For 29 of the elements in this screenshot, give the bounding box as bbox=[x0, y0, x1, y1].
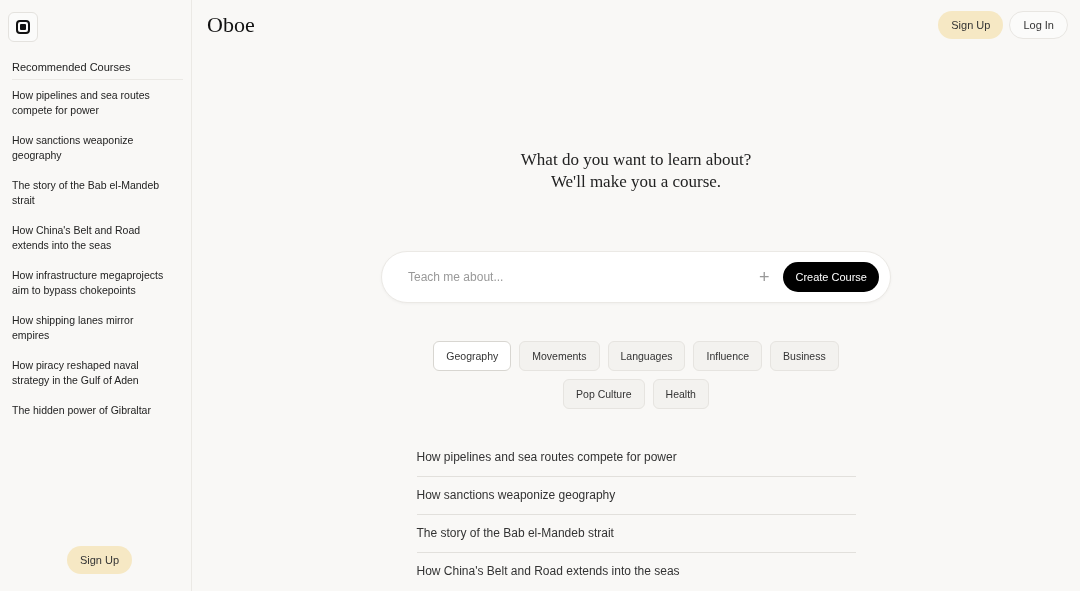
course-link[interactable]: How pipelines and sea routes compete for power bbox=[12, 88, 169, 118]
course-link[interactable]: The story of the Bab el-Mandeb strait bbox=[416, 515, 856, 553]
log-in-button[interactable]: Log In bbox=[1009, 11, 1068, 39]
headline: What do you want to learn about? We'll make you a course. bbox=[520, 149, 752, 193]
course-link[interactable]: How sanctions weaponize geography bbox=[12, 133, 169, 163]
sidebar-icon bbox=[16, 20, 30, 34]
course-link[interactable]: How infrastructure megaprojects aim to bypass chokepoints bbox=[12, 268, 169, 298]
sign-up-button[interactable]: Sign Up bbox=[66, 546, 133, 574]
course-link[interactable]: How piracy reshaped naval strategy in the Gulf of Aden bbox=[12, 358, 169, 388]
course-link[interactable]: How shipping lanes mirror empires bbox=[12, 313, 169, 343]
sign-up-button[interactable]: Sign Up bbox=[938, 11, 1004, 39]
category-chip[interactable]: Business bbox=[770, 341, 839, 371]
category-chip[interactable]: Health bbox=[652, 379, 709, 409]
course-link[interactable]: How China's Belt and Road extends into the seas bbox=[416, 553, 856, 590]
category-chip[interactable]: Movements bbox=[519, 341, 600, 371]
category-chip[interactable]: Pop Culture bbox=[563, 379, 645, 409]
course-link[interactable]: How pipelines and sea routes compete for power bbox=[416, 439, 856, 477]
section-title: Recommended Courses bbox=[12, 61, 183, 80]
category-chip[interactable]: Geography bbox=[433, 341, 512, 371]
category-chip[interactable]: Influence bbox=[693, 341, 763, 371]
create-course-button[interactable]: Create Course bbox=[783, 262, 879, 292]
sidebar-toggle-button[interactable] bbox=[8, 12, 38, 42]
search-field[interactable]: Teach me about... + Create Course bbox=[381, 251, 891, 303]
course-link[interactable]: The story of the Bab el-Mandeb strait bbox=[12, 178, 169, 208]
course-link[interactable]: How China's Belt and Road extends into the seas bbox=[12, 223, 169, 253]
course-link[interactable]: The hidden power of Gibraltar bbox=[12, 403, 169, 418]
course-link[interactable]: How sanctions weaponize geography bbox=[416, 477, 856, 515]
logo: Oboe bbox=[207, 12, 255, 38]
category-chip[interactable]: Languages bbox=[607, 341, 686, 371]
